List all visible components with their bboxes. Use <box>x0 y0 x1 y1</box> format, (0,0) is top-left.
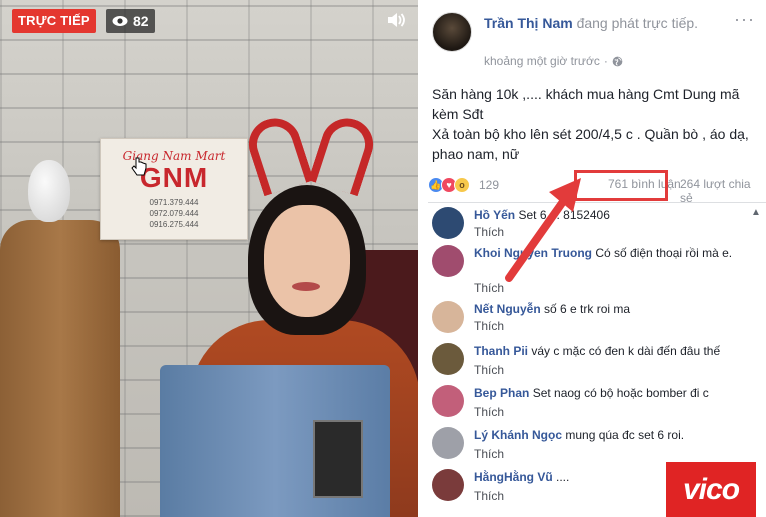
commenter-avatar[interactable] <box>432 301 464 333</box>
comment-body: Lý Khánh Ngọc mung qúa đc set 6 roi. <box>474 427 762 443</box>
commenter-avatar[interactable] <box>432 385 464 417</box>
post-text-line: Xả toàn bộ kho lên sét 200/4,5 c . Quần … <box>432 126 749 162</box>
sign-phone: 0971.379.444 <box>149 198 199 207</box>
comment-text: Set 6 ... 8152406 <box>518 208 610 222</box>
commenter-avatar[interactable] <box>432 343 464 375</box>
comment-text: váy c mặc có đen k dài đến đâu thế <box>531 344 721 358</box>
eye-icon <box>112 16 128 26</box>
post-panel: Trần Thị Nam đang phát trực tiếp. ··· kh… <box>418 0 766 517</box>
comment-body: Hồ Yến Set 6 ... 8152406 <box>474 207 762 223</box>
comment-body: Nết Nguyễn số 6 e trk roi ma <box>474 301 762 317</box>
like-link[interactable]: Thích <box>474 319 504 333</box>
jeans-tag <box>313 420 363 498</box>
post-time: khoảng một giờ trước · <box>484 54 623 68</box>
like-link[interactable]: Thích <box>474 447 504 461</box>
commenter-name[interactable]: Lý Khánh Ngọc <box>474 428 562 442</box>
viewer-count: 82 <box>133 13 149 29</box>
store-sign: Giang Nam Mart GNM 0971.379.444 0972.079… <box>100 138 248 240</box>
wow-reaction-icon: o <box>454 177 470 193</box>
more-options-icon[interactable]: ··· <box>734 10 754 28</box>
comment-text: số 6 e trk roi ma <box>544 302 631 316</box>
camel-coat <box>0 220 120 517</box>
globe-icon <box>612 56 623 66</box>
comment-body: Thanh Pii váy c mặc có đen k dài đến đâu… <box>474 343 762 359</box>
post-text-line: Săn hàng 10k ,.... khách mua hàng Cmt Du… <box>432 86 740 122</box>
vico-logo: vico <box>666 462 756 517</box>
viewer-count-badge: 82 <box>106 9 155 33</box>
commenter-avatar[interactable] <box>432 427 464 459</box>
sign-phone: 0972.079.444 <box>149 209 199 218</box>
volume-icon[interactable] <box>386 11 406 29</box>
dot-separator: · <box>603 54 608 68</box>
scroll-up-arrow-icon[interactable]: ▲ <box>751 207 761 223</box>
sign-phone: 0916.275.444 <box>149 220 199 229</box>
post-text: Săn hàng 10k ,.... khách mua hàng Cmt Du… <box>432 84 752 164</box>
antler-headband-right <box>308 111 380 197</box>
post-timestamp[interactable]: khoảng một giờ trước <box>484 54 600 68</box>
hand-cursor-icon <box>131 157 147 176</box>
commenter-name[interactable]: Khoi Nguyen Truong <box>474 246 592 260</box>
live-badge: TRỰC TIẾP <box>12 9 96 33</box>
antler-headband-left <box>242 111 314 197</box>
comment-text: Set naog có bộ hoặc bomber đi c <box>532 386 709 400</box>
author-avatar[interactable] <box>432 12 472 52</box>
post-stats: 👍 ♥ o 129 761 bình luận 264 lượt chia sẻ <box>428 175 766 205</box>
commenter-name[interactable]: Nết Nguyễn <box>474 302 541 316</box>
divider <box>428 202 766 203</box>
sign-script-text: Giang Nam Mart <box>122 149 226 163</box>
like-link[interactable]: Thích <box>474 225 504 239</box>
comment-body: Bep Phan Set naog có bộ hoặc bomber đi c <box>474 385 762 401</box>
live-video[interactable]: Giang Nam Mart GNM 0971.379.444 0972.079… <box>0 0 418 517</box>
comment-text: Có số điện thoại rồi mà e. <box>595 246 733 260</box>
like-link[interactable]: Thích <box>474 363 504 377</box>
comment-body: Khoi Nguyen Truong Có số điện thoại rồi … <box>474 245 762 261</box>
like-link[interactable]: Thích <box>474 405 504 419</box>
author-name[interactable]: Trần Thị Nam <box>484 15 573 31</box>
reaction-count[interactable]: 129 <box>479 178 499 192</box>
like-link[interactable]: Thích <box>474 281 504 295</box>
author-line: Trần Thị Nam đang phát trực tiếp. <box>484 13 724 33</box>
comment-text: mung qúa đc set 6 roi. <box>565 428 685 442</box>
person-lips <box>292 282 320 291</box>
share-count[interactable]: 264 lượt chia sẻ <box>680 177 766 205</box>
author-action: đang phát trực tiếp. <box>576 15 699 31</box>
commenter-avatar[interactable] <box>432 469 464 501</box>
comment-count[interactable]: 761 bình luận <box>608 177 681 191</box>
sign-phones: 0971.379.444 0972.079.444 0916.275.444 <box>101 197 247 230</box>
person-face <box>264 205 350 317</box>
sign-logo-text: GNM <box>139 162 209 193</box>
mannequin-head <box>28 160 70 222</box>
commenter-avatar[interactable] <box>432 245 464 277</box>
reactions[interactable]: 👍 ♥ o <box>428 177 470 193</box>
commenter-name[interactable]: Bep Phan <box>474 386 529 400</box>
commenter-name[interactable]: HằngHằng Vũ <box>474 470 553 484</box>
commenter-name[interactable]: Thanh Pii <box>474 344 528 358</box>
like-link[interactable]: Thích <box>474 489 504 503</box>
commenter-avatar[interactable] <box>432 207 464 239</box>
comment-text: .... <box>556 470 570 484</box>
commenter-name[interactable]: Hồ Yến <box>474 208 515 222</box>
